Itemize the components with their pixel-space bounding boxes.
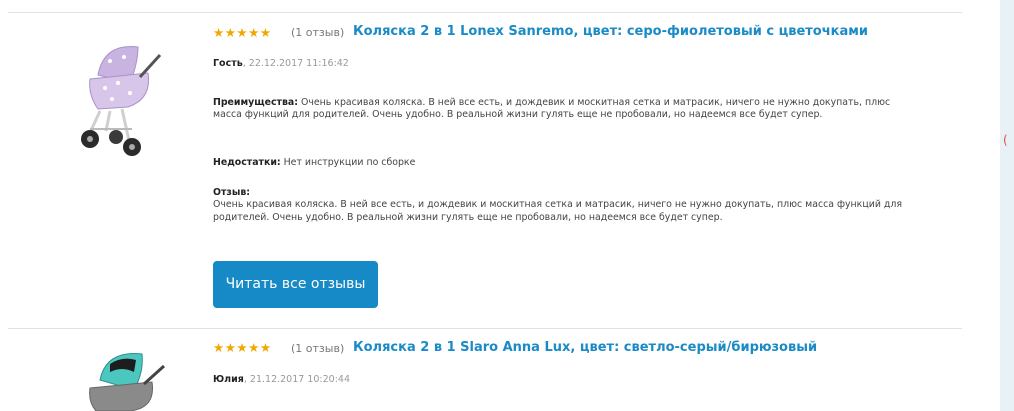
pros-text: Очень красивая коляска. В ней все есть, … bbox=[213, 97, 891, 121]
review-date: , 22.12.2017 11:16:42 bbox=[242, 58, 349, 69]
review-author-line: Юлия, 21.12.2017 10:20:44 bbox=[213, 374, 350, 386]
read-all-reviews-button[interactable]: Читать все отзывы bbox=[213, 261, 378, 308]
red-bracket-icon: ( bbox=[1003, 133, 1008, 147]
rating-stars: ★★★★★ bbox=[213, 25, 272, 40]
review-pros: Преимущества: Очень красивая коляска. В … bbox=[213, 97, 903, 122]
cons-text: Нет инструкции по сборке bbox=[280, 157, 416, 168]
product-title-link[interactable]: Коляска 2 в 1 Slaro Anna Lux, цвет: свет… bbox=[353, 340, 817, 355]
stroller-image[interactable] bbox=[60, 33, 182, 156]
top-divider bbox=[8, 12, 962, 13]
cons-label: Недостатки: bbox=[213, 157, 281, 168]
review-date: , 21.12.2017 10:20:44 bbox=[243, 374, 350, 385]
review-text: Очень красивая коляска. В ней все есть, … bbox=[213, 199, 903, 223]
pros-label: Преимущества: bbox=[213, 97, 298, 108]
side-scroll-strip[interactable]: ( bbox=[1000, 0, 1014, 411]
review-divider bbox=[8, 328, 962, 329]
review-author: Юлия bbox=[213, 374, 244, 385]
review-cons: Недостатки: Нет инструкции по сборке bbox=[213, 157, 903, 169]
stroller-image[interactable] bbox=[60, 350, 182, 411]
review-label: Отзыв: bbox=[213, 187, 251, 198]
review-body: Отзыв: Очень красивая коляска. В ней все… bbox=[213, 187, 903, 224]
review-count: (1 отзыв) bbox=[291, 26, 345, 39]
rating-stars: ★★★★★ bbox=[213, 340, 272, 355]
review-count: (1 отзыв) bbox=[291, 342, 345, 355]
review-author-line: Гость, 22.12.2017 11:16:42 bbox=[213, 58, 349, 70]
review-author: Гость bbox=[213, 58, 243, 69]
product-title-link[interactable]: Коляска 2 в 1 Lonex Sanremo, цвет: серо-… bbox=[353, 24, 868, 39]
